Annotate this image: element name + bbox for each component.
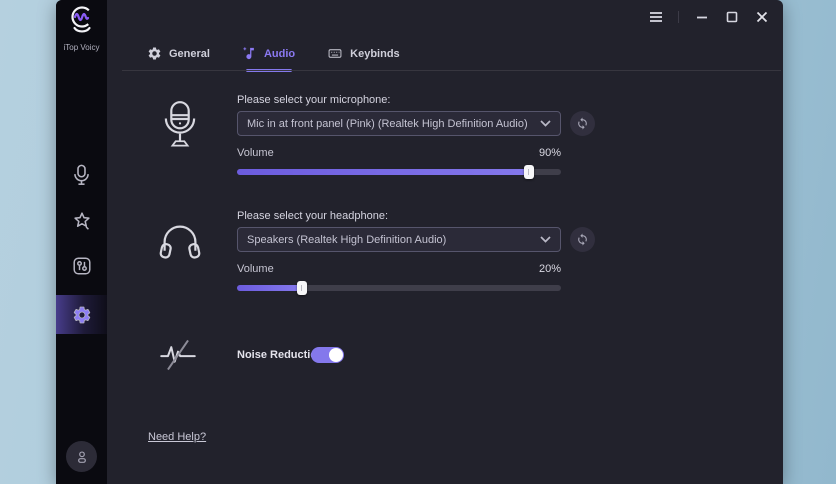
microphone-device-value: Mic in at front panel (Pink) (Realtek Hi… bbox=[247, 117, 528, 130]
refresh-icon bbox=[578, 117, 587, 130]
microphone-volume-value: 90% bbox=[538, 147, 561, 159]
content-area: General Audio Keybinds Please select you… bbox=[107, 0, 783, 484]
gear-icon bbox=[73, 306, 90, 323]
headphone-volume-row: Volume 20% bbox=[237, 263, 561, 275]
chevron-down-icon bbox=[540, 120, 551, 127]
headphone-volume-fill bbox=[237, 281, 307, 295]
headphone-device-select[interactable]: Speakers (Realtek High Definition Audio) bbox=[237, 227, 561, 252]
microphone-volume-handle[interactable] bbox=[523, 165, 534, 179]
minimize-icon[interactable] bbox=[694, 9, 709, 24]
magic-star-icon bbox=[73, 212, 90, 230]
tab-audio-label: Audio bbox=[263, 47, 296, 60]
headphone-volume-label: Volume bbox=[237, 263, 274, 275]
tab-keybinds-label: Keybinds bbox=[350, 47, 400, 60]
headphone-refresh-button[interactable] bbox=[570, 227, 595, 252]
app-logo: iTop Voicy bbox=[56, 5, 107, 52]
microphone-volume-slider[interactable] bbox=[237, 165, 561, 179]
headphone-select-label: Please select your headphone: bbox=[237, 210, 389, 222]
microphone-large-icon bbox=[164, 101, 196, 147]
gear-outline-icon bbox=[148, 47, 161, 60]
sidebar-item-settings[interactable] bbox=[56, 295, 107, 334]
sidebar-item-voice[interactable] bbox=[56, 160, 107, 190]
chevron-down-icon bbox=[540, 236, 551, 243]
need-help-link[interactable]: Need Help? bbox=[148, 431, 206, 443]
noise-reduction-icon bbox=[160, 339, 196, 371]
toggle-knob bbox=[329, 348, 343, 362]
sidebar-item-voice-effects[interactable] bbox=[56, 206, 107, 236]
window-controls-divider bbox=[678, 10, 679, 23]
microphone-volume-label: Volume bbox=[237, 147, 274, 159]
maximize-icon[interactable] bbox=[724, 9, 739, 24]
settings-tabs: General Audio Keybinds bbox=[147, 46, 400, 69]
close-icon[interactable] bbox=[754, 9, 769, 24]
headphone-volume-slider[interactable] bbox=[237, 281, 561, 295]
microphone-volume-row: Volume 90% bbox=[237, 147, 561, 159]
microphone-volume-fill bbox=[237, 165, 534, 179]
window-controls bbox=[648, 9, 769, 24]
app-name: iTop Voicy bbox=[63, 43, 100, 52]
headphone-device-value: Speakers (Realtek High Definition Audio) bbox=[247, 233, 447, 246]
tab-general-label: General bbox=[169, 47, 210, 60]
app-window: iTop Voicy General Audio Keybinds Please… bbox=[56, 0, 783, 484]
sidebar-item-soundboard[interactable] bbox=[56, 251, 107, 281]
sidebar: iTop Voicy bbox=[56, 0, 107, 484]
refresh-icon bbox=[578, 233, 587, 246]
account-button[interactable] bbox=[66, 441, 97, 472]
soundboard-icon bbox=[72, 257, 91, 275]
tab-audio[interactable]: Audio bbox=[242, 46, 295, 69]
headphones-large-icon bbox=[159, 225, 201, 259]
itop-voicy-logo-icon bbox=[70, 6, 93, 33]
noise-reduction-toggle[interactable] bbox=[311, 347, 344, 363]
microphone-device-select[interactable]: Mic in at front panel (Pink) (Realtek Hi… bbox=[237, 111, 561, 136]
menu-icon[interactable] bbox=[648, 9, 663, 24]
tab-general[interactable]: General bbox=[147, 46, 210, 69]
headphone-select-row: Speakers (Realtek High Definition Audio) bbox=[237, 227, 595, 252]
user-icon bbox=[77, 450, 86, 463]
microphone-select-row: Mic in at front panel (Pink) (Realtek Hi… bbox=[237, 111, 595, 136]
keyboard-icon bbox=[328, 49, 342, 58]
tab-keybinds[interactable]: Keybinds bbox=[327, 46, 400, 69]
music-note-icon bbox=[243, 47, 254, 60]
microphone-select-label: Please select your microphone: bbox=[237, 94, 391, 106]
microphone-refresh-button[interactable] bbox=[570, 111, 595, 136]
tabs-divider bbox=[122, 70, 781, 71]
headphone-volume-value: 20% bbox=[538, 263, 561, 275]
microphone-icon bbox=[74, 164, 89, 185]
headphone-volume-handle[interactable] bbox=[296, 281, 307, 295]
